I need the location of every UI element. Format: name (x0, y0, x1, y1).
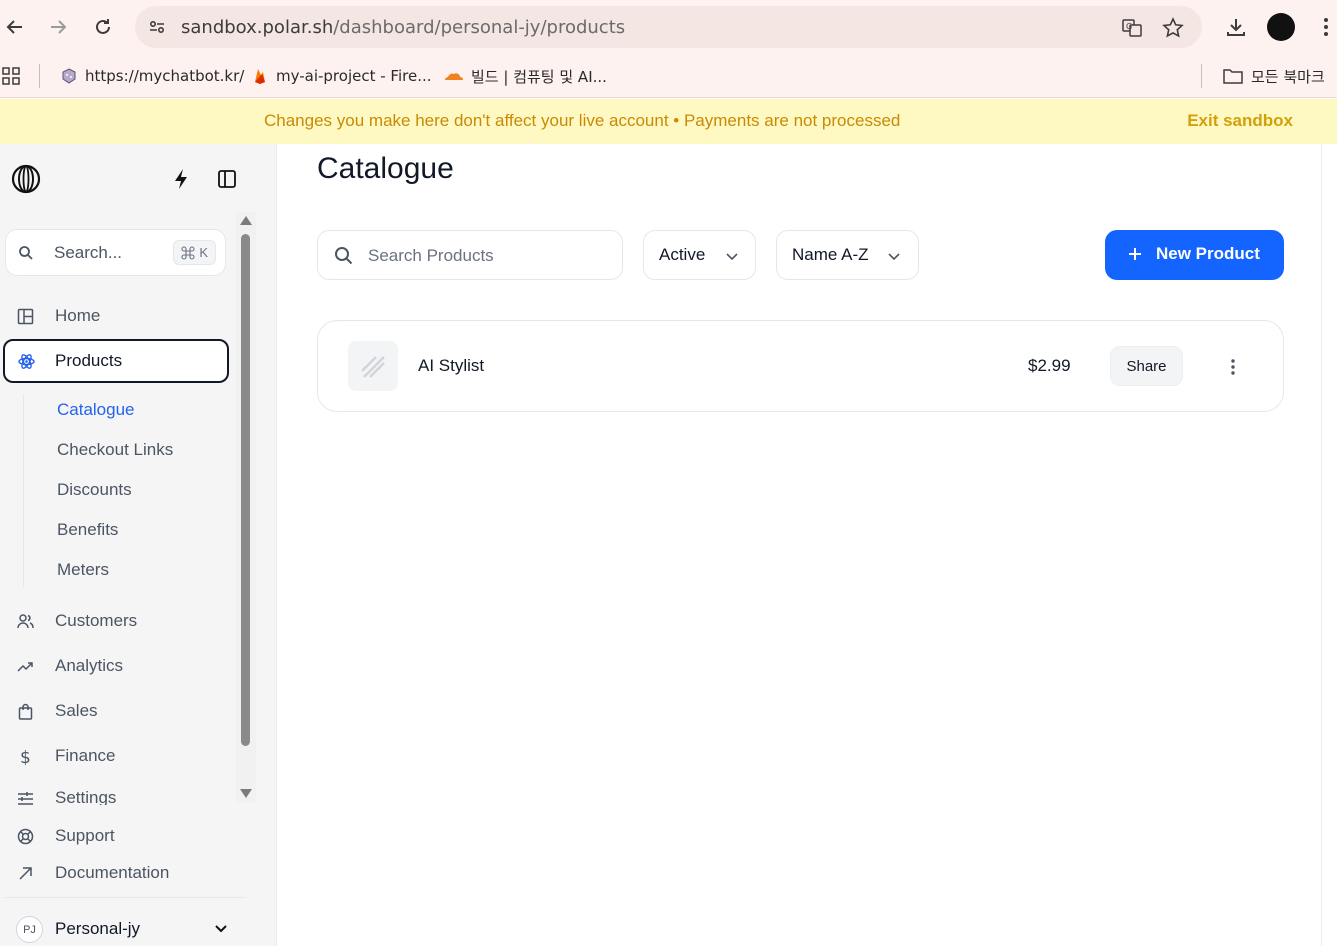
sub-benefits[interactable]: Benefits (57, 520, 118, 540)
products-atom-icon (18, 354, 35, 369)
product-thumbnail (348, 341, 398, 391)
back-icon[interactable] (0, 12, 30, 42)
sidebar-search[interactable]: Search... K (5, 229, 226, 276)
translate-icon[interactable]: G (1120, 16, 1144, 40)
nav-home[interactable]: Home (5, 296, 227, 336)
submenu-guide-line (23, 394, 24, 587)
product-price: $2.99 (1028, 356, 1071, 375)
scroll-down-arrow-icon[interactable] (240, 789, 252, 798)
exit-sandbox-link[interactable]: Exit sandbox (1187, 111, 1293, 131)
sub-meters[interactable]: Meters (57, 560, 109, 580)
sandbox-message: Changes you make here don't affect your … (264, 111, 901, 130)
profile-avatar-icon[interactable] (1267, 13, 1295, 41)
sort-select[interactable]: Name A-Z (776, 230, 919, 280)
shortcut-badge: K (173, 240, 216, 265)
sidebar: Search... K Home Products Catalogue Chec… (0, 144, 276, 946)
nav-customers[interactable]: Customers (5, 601, 227, 641)
product-row[interactable]: AI Stylist $2.99 Share (317, 320, 1284, 412)
dollar-icon: $ (20, 748, 31, 765)
reload-icon[interactable] (88, 12, 118, 42)
sidebar-divider (5, 897, 245, 898)
apps-grid-icon[interactable] (2, 63, 20, 89)
sliders-icon (18, 792, 33, 805)
new-product-button[interactable]: New Product (1105, 230, 1284, 280)
star-bookmark-icon[interactable] (1161, 16, 1185, 40)
product-search[interactable] (317, 230, 623, 280)
browser-menu-icon[interactable] (1312, 13, 1337, 41)
nav-analytics[interactable]: Analytics (5, 646, 227, 686)
avatar: PJ (16, 916, 43, 943)
placeholder-image-icon (361, 356, 385, 378)
search-icon (335, 247, 353, 265)
polar-logo-icon[interactable] (11, 164, 41, 194)
address-bar[interactable]: sandbox.polar.sh/dashboard/personal-jy/p… (135, 6, 1202, 48)
account-name: Personal-jy (55, 919, 141, 938)
firebase-icon (255, 69, 265, 84)
url-text: sandbox.polar.sh/dashboard/personal-jy/p… (181, 17, 626, 38)
command-key-icon (181, 245, 195, 260)
svg-text:G: G (1126, 22, 1132, 31)
chevron-down-icon[interactable] (214, 922, 228, 936)
browser-toolbar: sandbox.polar.sh/dashboard/personal-jy/p… (0, 0, 1337, 54)
nav-sales[interactable]: Sales (5, 691, 227, 731)
all-bookmarks-folder[interactable]: 모든 북마크 (1223, 63, 1325, 89)
bookmarks-divider (39, 64, 40, 88)
nav-finance[interactable]: $ Finance (5, 736, 227, 776)
bolt-icon[interactable] (170, 168, 192, 190)
search-products-input[interactable] (368, 243, 608, 269)
nav-documentation[interactable]: Documentation (5, 853, 227, 893)
main-content: Catalogue Active Name A-Z New Product AI… (276, 144, 1322, 946)
plus-icon (1129, 248, 1141, 260)
sidebar-search-label: Search... (54, 243, 123, 262)
nav-products[interactable]: Products (3, 339, 229, 383)
more-options-icon[interactable] (1221, 355, 1245, 379)
users-icon (17, 614, 34, 629)
sub-discounts[interactable]: Discounts (57, 480, 132, 500)
folder-icon (1223, 69, 1243, 84)
page-title: Catalogue (317, 152, 454, 185)
bookmark-item[interactable]: https://mychatbot.kr/ (61, 63, 244, 89)
account-switcher[interactable]: PJ Personal-jy (16, 914, 236, 944)
sidebar-scrollbar[interactable] (236, 212, 256, 802)
lifebuoy-icon (17, 828, 34, 845)
page-scroll-gutter (1322, 144, 1337, 946)
dice-icon (62, 68, 76, 84)
shopping-bag-icon (18, 703, 33, 720)
product-name[interactable]: AI Stylist (418, 356, 484, 376)
scroll-up-arrow-icon[interactable] (240, 216, 252, 225)
site-info-icon[interactable] (147, 17, 167, 37)
home-grid-icon (17, 308, 34, 325)
trending-up-icon (17, 662, 33, 672)
nav-settings[interactable]: Settings (5, 789, 227, 805)
bookmarks-divider (1201, 64, 1202, 88)
sub-catalogue[interactable]: Catalogue (57, 400, 135, 420)
bookmark-item[interactable]: my-ai-project - Fire... (252, 63, 432, 89)
forward-icon[interactable] (43, 12, 73, 42)
search-icon (19, 246, 33, 260)
sandbox-banner: Changes you make here don't affect your … (0, 99, 1337, 144)
sidebar-toggle-icon[interactable] (217, 169, 237, 189)
scroll-thumb[interactable] (241, 234, 250, 746)
chevron-down-icon (726, 253, 738, 261)
download-icon[interactable] (1222, 13, 1250, 41)
cloudflare-icon (445, 73, 463, 80)
external-arrow-icon (19, 867, 32, 880)
chevron-down-icon (888, 253, 900, 261)
bookmark-item[interactable]: 빌드 | 컴퓨팅 및 AI... (443, 63, 607, 89)
share-button[interactable]: Share (1110, 346, 1183, 386)
status-filter-select[interactable]: Active (643, 230, 756, 280)
bookmarks-bar: https://mychatbot.kr/ my-ai-project - Fi… (0, 54, 1337, 98)
sub-checkout-links[interactable]: Checkout Links (57, 440, 173, 460)
settings-clip: Settings (0, 789, 236, 805)
nav-support[interactable]: Support (5, 816, 227, 856)
svg-text:$: $ (20, 748, 31, 765)
